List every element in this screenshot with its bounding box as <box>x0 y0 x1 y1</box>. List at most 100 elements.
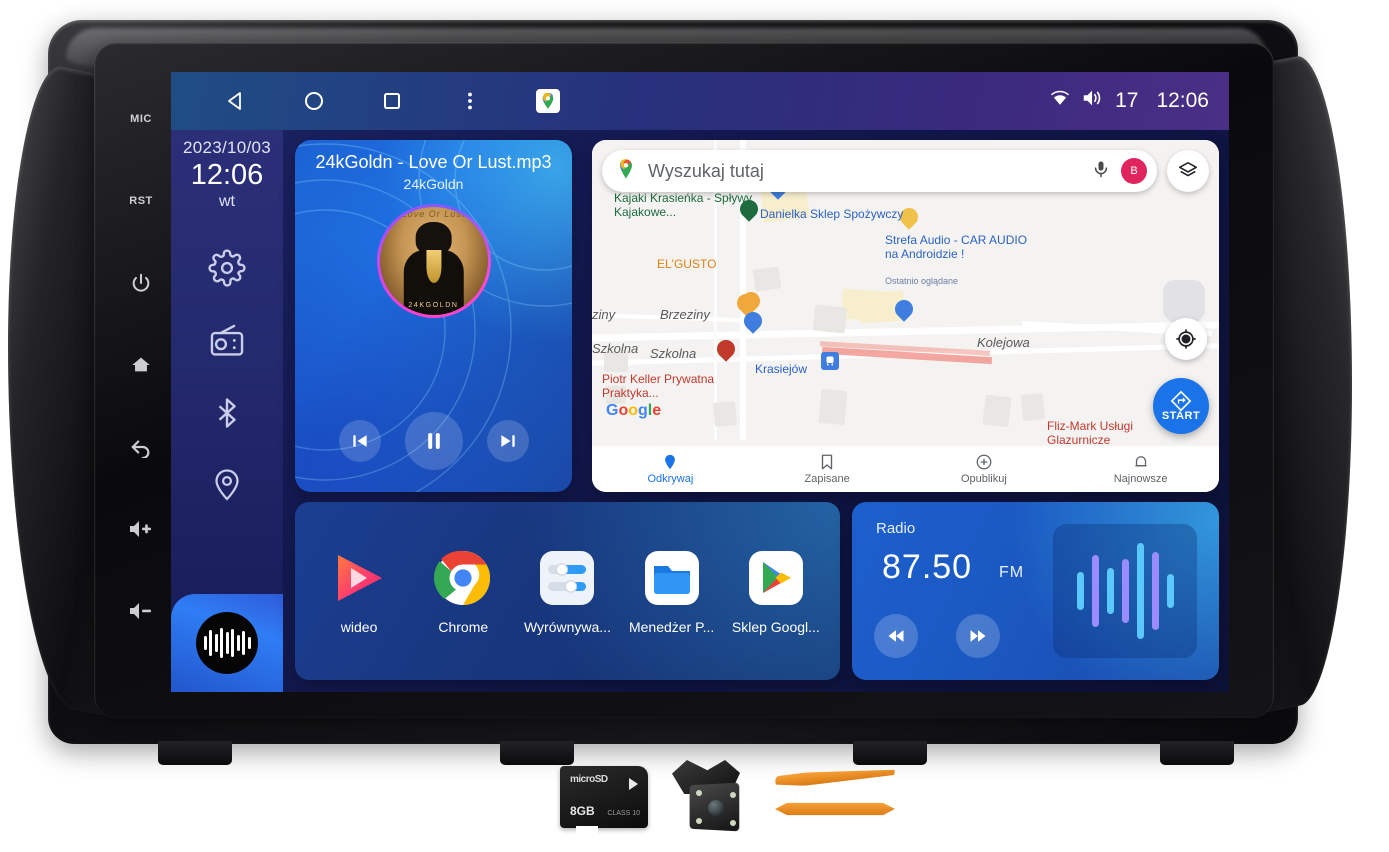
app-play-store[interactable]: Sklep Googl... <box>726 547 826 635</box>
map-building <box>752 266 782 292</box>
google-watermark: Google <box>606 402 662 419</box>
rear-view-camera <box>672 760 742 832</box>
map-pin-blue-3[interactable] <box>891 296 917 324</box>
recents-icon[interactable] <box>353 89 431 113</box>
radio-icon[interactable] <box>208 322 246 365</box>
music-artist: 24kGoldn <box>403 176 464 192</box>
home-icon[interactable] <box>275 89 353 113</box>
volume-up-key[interactable] <box>128 488 154 570</box>
overflow-menu-icon[interactable] <box>431 89 509 113</box>
visualizer-bar <box>1136 543 1144 639</box>
app-file-manager[interactable]: Menedżer P... <box>622 547 722 635</box>
location-icon[interactable] <box>209 466 245 507</box>
wifi-icon <box>1049 89 1071 113</box>
radio-frequency: 87.50 <box>882 548 973 586</box>
visualizer-bar <box>1106 568 1114 614</box>
map-nav-najnowsze[interactable]: Najnowsze <box>1062 453 1219 485</box>
pry-tool-angled <box>775 765 896 788</box>
map-label: Strefa Audio - CAR AUDIO na Androidzie ! <box>885 233 1028 261</box>
map-nav-label: Zapisane <box>804 473 850 485</box>
app-wideo[interactable]: wideo <box>309 547 409 635</box>
map-pin-blue-2[interactable] <box>740 308 766 336</box>
radio-controls <box>874 614 1000 658</box>
widget-grid: 24kGoldn - Love Or Lust.mp3 24kGoldn Lov… <box>295 140 1219 680</box>
settings-icon[interactable] <box>208 249 246 292</box>
music-controls <box>295 412 572 470</box>
app-equalizer[interactable]: Wyrównywa... <box>517 547 617 635</box>
app-label: Menedżer P... <box>628 619 715 635</box>
video-player-icon <box>328 547 390 609</box>
android-status-bar: 17 12:06 <box>171 72 1229 130</box>
pry-tool-straight <box>775 802 895 816</box>
radio-widget[interactable]: Radio 87.50 FM <box>852 502 1219 680</box>
map-nav-opublikuj[interactable]: Opublikuj <box>906 453 1063 485</box>
volume-level: 17 <box>1115 89 1139 112</box>
map-label: Szkolna <box>650 346 697 361</box>
map-label: Ostatnio oglądane <box>885 276 959 286</box>
google-maps-icon[interactable] <box>509 87 587 115</box>
map-building <box>812 304 848 334</box>
camera-led <box>696 818 702 824</box>
pause-button[interactable] <box>404 412 463 470</box>
start-navigation-button[interactable]: START <box>1153 378 1209 434</box>
previous-track-button[interactable] <box>338 420 381 462</box>
left-dock: 2023/10/03 12:06 wt <box>171 130 283 692</box>
map-pin-red[interactable] <box>713 336 739 364</box>
head-unit-housing: MIC RST 17 12:06 2023/10/03 12:06 wt 24k… <box>8 6 1352 766</box>
next-track-button[interactable] <box>486 420 529 462</box>
my-location-icon[interactable] <box>1165 318 1207 360</box>
google-maps-widget[interactable]: Kajaki Krasieńka - Spływy Kajakowe... Dan… <box>592 140 1219 492</box>
volume-icon <box>1081 88 1105 114</box>
app-chrome[interactable]: Chrome <box>413 547 513 635</box>
radio-band: FM <box>999 564 1025 581</box>
map-nav-label: Najnowsze <box>1113 473 1168 485</box>
back-icon[interactable] <box>197 89 275 113</box>
map-label: Danielka Sklep Spożywczy <box>760 207 904 221</box>
app-label: wideo <box>340 619 378 635</box>
camera-led <box>730 820 736 826</box>
app-label: Wyrównywa... <box>523 619 611 635</box>
map-label: Brzeziny <box>660 307 710 322</box>
map-label: EL'GUSTO <box>657 257 717 271</box>
status-indicators: 17 12:06 <box>1049 88 1229 114</box>
dock-weekday: wt <box>219 193 235 210</box>
seek-up-button[interactable] <box>956 614 1000 658</box>
visualizer-bar <box>1121 559 1129 623</box>
avatar[interactable]: B <box>1121 158 1147 184</box>
map-search-placeholder[interactable]: Wyszukaj tutaj <box>648 161 1091 182</box>
map-overlay-placeholder[interactable] <box>1163 280 1205 322</box>
map-label: ziny <box>592 307 616 322</box>
map-nav-odkrywaj[interactable]: Odkrywaj <box>592 453 749 485</box>
map-label: Kolejowa <box>977 335 1030 350</box>
dock-time: 12:06 <box>190 159 264 191</box>
home-key[interactable] <box>129 324 153 406</box>
layers-icon[interactable] <box>1167 150 1209 192</box>
power-key[interactable] <box>130 242 152 324</box>
file-manager-icon <box>641 547 703 609</box>
map-nav-label: Odkrywaj <box>647 473 694 485</box>
map-building <box>1020 392 1046 422</box>
radio-visualizer <box>1053 524 1197 658</box>
map-building <box>712 401 738 427</box>
app-label: Sklep Googl... <box>731 619 820 635</box>
map-search-bar[interactable]: Wyszukaj tutaj B <box>602 150 1157 192</box>
microphone-icon[interactable] <box>1091 159 1111 184</box>
microsd-brand: microSD <box>570 774 608 785</box>
seek-down-button[interactable] <box>874 614 918 658</box>
music-widget[interactable]: 24kGoldn - Love Or Lust.mp3 24kGoldn Lov… <box>295 140 572 492</box>
radio-title: Radio <box>876 520 916 537</box>
map-nav-zapisane[interactable]: Zapisane <box>749 453 906 485</box>
bluetooth-icon[interactable] <box>209 395 245 436</box>
map-label: Krasiejów <box>755 362 808 376</box>
back-key[interactable] <box>129 406 153 488</box>
head-unit-screen[interactable]: 17 12:06 2023/10/03 12:06 wt 24kGoldn - … <box>171 72 1229 692</box>
visualizer-bar <box>1091 555 1099 627</box>
microsd-class: CLASS 10 <box>607 810 640 817</box>
volume-down-key[interactable] <box>128 570 154 652</box>
now-playing-visualizer[interactable] <box>171 594 283 692</box>
app-label: Chrome <box>438 619 489 635</box>
android-nav-buttons <box>171 87 587 115</box>
map-station-marker[interactable] <box>821 352 839 370</box>
visualizer-circle <box>196 612 258 674</box>
physical-key-column: MIC RST <box>112 66 170 696</box>
